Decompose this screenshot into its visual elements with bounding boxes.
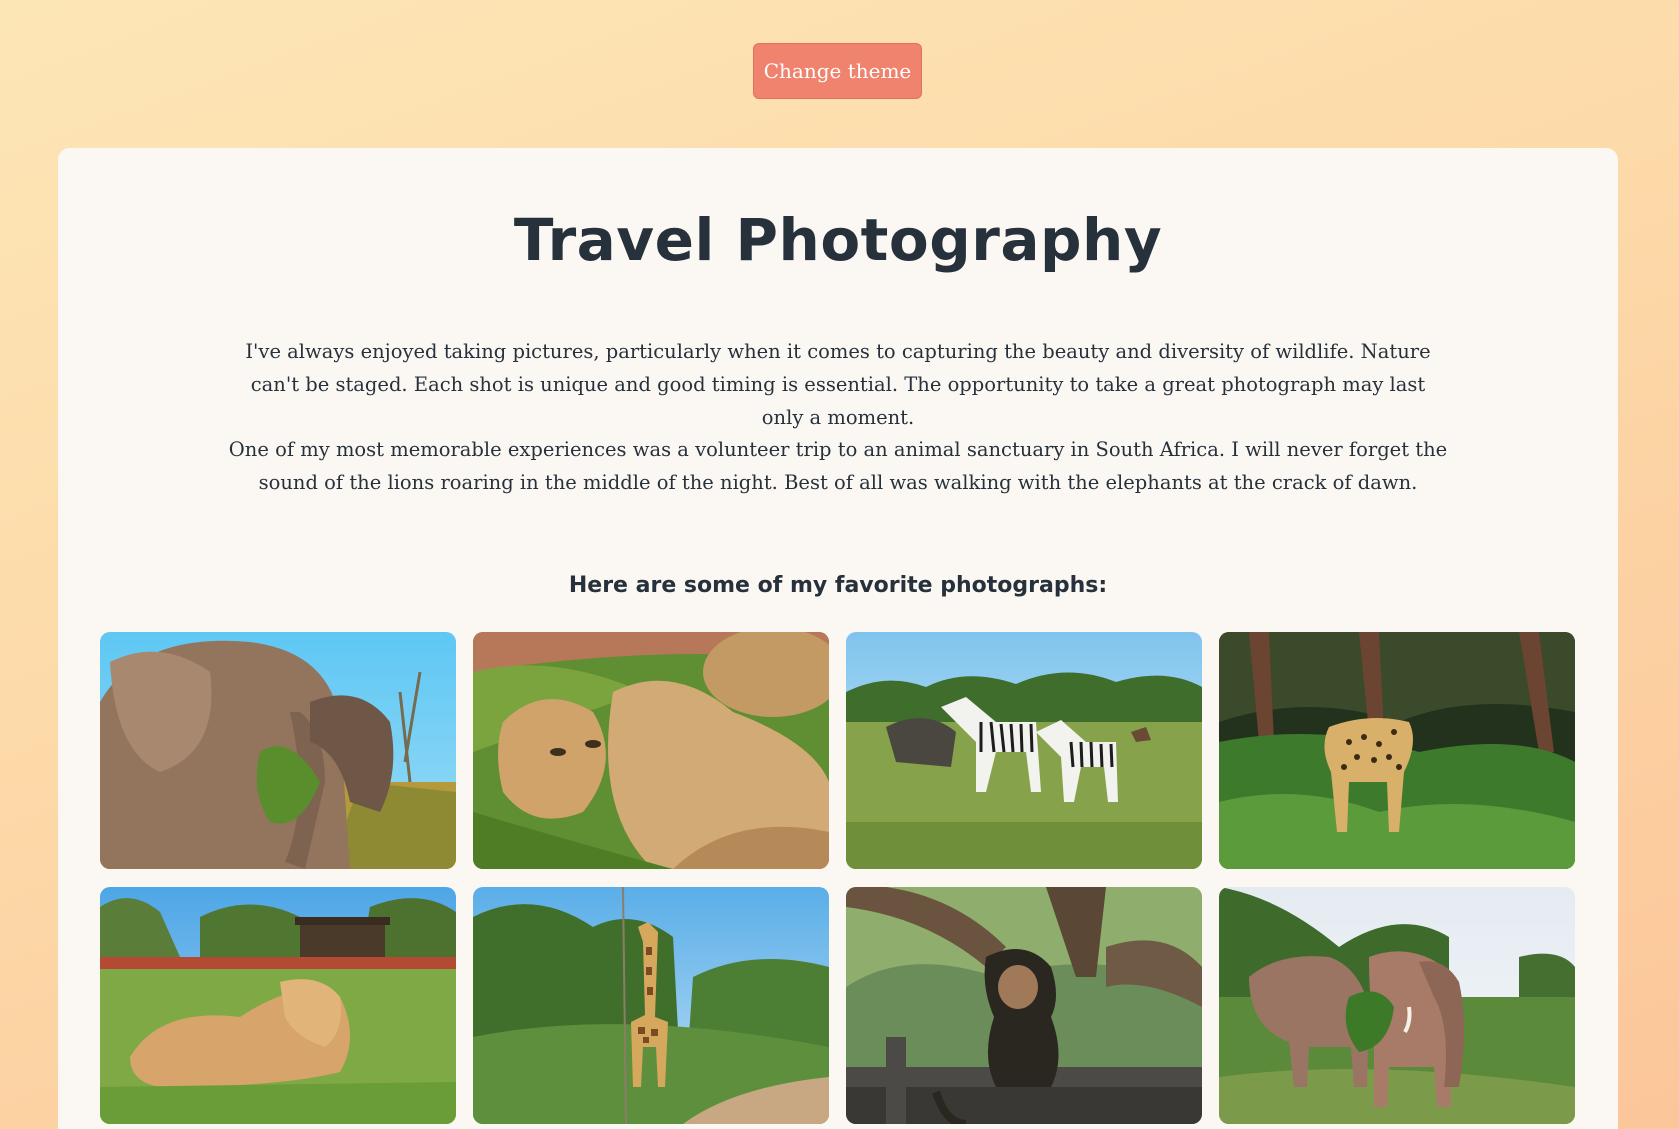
- change-theme-button[interactable]: Change theme: [753, 43, 922, 99]
- photo-zebras[interactable]: [846, 632, 1202, 869]
- page-title: Travel Photography: [513, 206, 1163, 274]
- photo-leopard[interactable]: [1219, 632, 1575, 869]
- intro-paragraph-1: I've always enjoyed taking pictures, par…: [245, 340, 1431, 429]
- gallery-heading: Here are some of my favorite photographs…: [568, 573, 1108, 598]
- photo-two-elephants[interactable]: [1219, 887, 1575, 1124]
- photo-lion-lying[interactable]: [100, 887, 456, 1124]
- photo-elephants-eating[interactable]: [100, 632, 456, 869]
- photo-lionesses[interactable]: [473, 632, 829, 869]
- photo-monkey[interactable]: [846, 887, 1202, 1124]
- photo-giraffe[interactable]: [473, 887, 829, 1124]
- photo-gallery: [100, 632, 1576, 1124]
- content-card: Travel Photography I've always enjoyed t…: [58, 148, 1618, 1129]
- intro-paragraph-2: One of my most memorable experiences was…: [228, 438, 1448, 494]
